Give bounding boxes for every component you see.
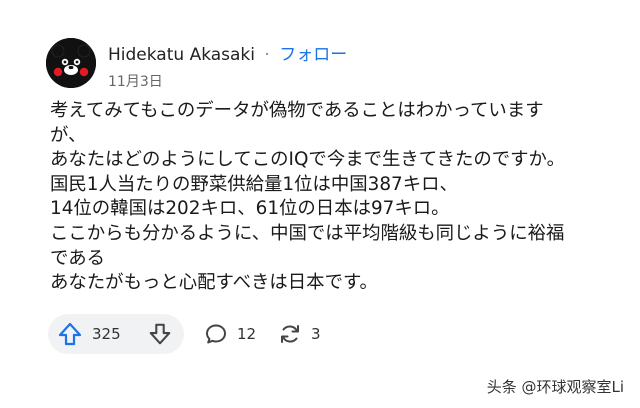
- comment-line: あなたがもっと心配すべきは日本です。: [50, 272, 378, 294]
- kumamon-avatar-icon: [46, 38, 96, 88]
- downvote-button[interactable]: [144, 318, 176, 350]
- vote-pill: 325: [48, 314, 184, 354]
- arrow-down-icon: [149, 323, 171, 345]
- author-name[interactable]: Hidekatu Akasaki: [108, 45, 255, 65]
- upvote-count: 325: [92, 325, 121, 343]
- refresh-arrows-icon: [281, 325, 299, 343]
- comment-count: 12: [237, 325, 257, 343]
- comment-line: ここからも分かるように、中国では平均階級も同じように裕福: [50, 222, 565, 244]
- comment-line: 国民1人当たりの野菜供給量1位は中国387キロ、: [50, 173, 458, 195]
- comment-line: あなたはどのようにしてこのIQで今まで生きてきたのですか。: [50, 149, 565, 171]
- arrow-up-icon: [58, 322, 82, 346]
- separator-dot: ·: [264, 45, 270, 65]
- avatar[interactable]: [46, 38, 96, 88]
- watermark: 头条 @环球观察室Li: [486, 378, 624, 396]
- repost-count: 3: [311, 325, 321, 343]
- comment-date: 11月3日: [108, 74, 163, 90]
- follow-link[interactable]: フォロー: [279, 45, 347, 65]
- comment-line: が、: [50, 124, 87, 146]
- comment-line: 考えてみてもこのデータが偽物であることはわかっています: [50, 100, 544, 121]
- repost-button[interactable]: 3: [278, 318, 321, 350]
- speech-bubble-icon: [206, 324, 226, 344]
- comment-line: である: [50, 247, 105, 269]
- comment-button[interactable]: 12: [204, 318, 256, 350]
- comment-body: 考えてみてもこのデータが偽物であることはわかっています が、 あなたはどのように…: [50, 99, 610, 296]
- comment-actions: 325 12 3: [48, 314, 640, 354]
- upvote-button[interactable]: 325: [56, 318, 121, 350]
- comment-header: Hidekatu Akasaki · フォロー: [108, 40, 347, 65]
- comment-line: 14位の韓国は202キロ、61位の日本は97キロ。: [50, 198, 450, 220]
